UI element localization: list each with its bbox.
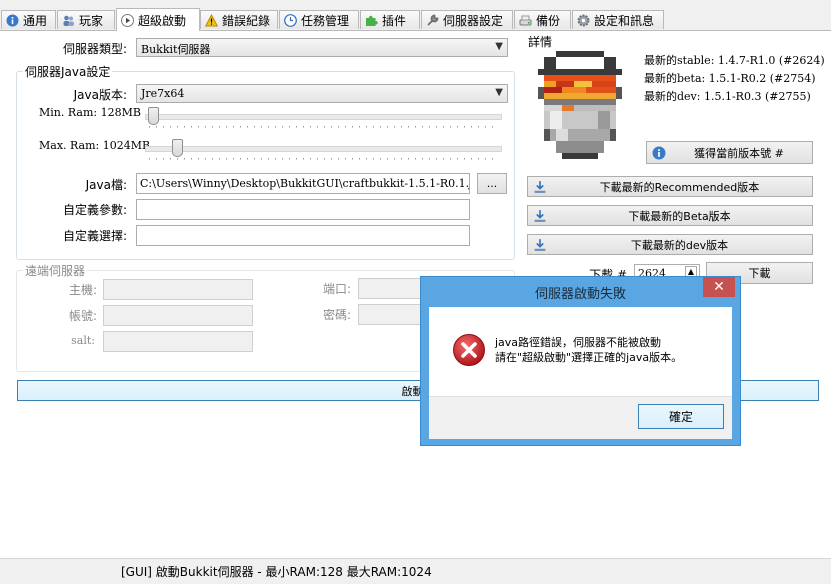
salt-input[interactable] <box>103 331 253 352</box>
password-label: 密碼: <box>322 308 351 322</box>
remote-server-title: 遠端伺服器 <box>23 262 88 279</box>
dialog-title: 伺服器啟動失敗 <box>534 287 626 302</box>
account-label: 帳號: <box>68 309 97 323</box>
ok-button[interactable]: 確定 <box>638 404 724 429</box>
clock-icon <box>284 13 297 27</box>
download-recommended-label: 下載最新的Recommended版本 <box>599 180 760 194</box>
close-button[interactable]: ✕ <box>703 277 735 297</box>
chevron-down-icon: ▼ <box>495 87 503 98</box>
status-text: [GUI] 啟動Bukkit伺服器 - 最小RAM:128 最大RAM:1024 <box>121 565 432 579</box>
browse-button[interactable]: ... <box>477 173 507 194</box>
tab-backup[interactable]: 備份 <box>514 10 571 29</box>
error-dialog: 伺服器啟動失敗 ✕ java路徑錯誤，伺服器不能被啟動 請在"超級啟動"選擇正確… <box>420 276 741 446</box>
java-version-select[interactable]: Jre7x64 ▼ <box>136 84 508 103</box>
tab-label: 玩家 <box>79 13 104 28</box>
min-ram-track <box>145 114 502 120</box>
tab-task-manager[interactable]: 任務管理 <box>279 10 359 29</box>
tab-label: 錯誤紀錄 <box>222 13 271 28</box>
max-ram-track <box>145 146 502 152</box>
tab-label: 備份 <box>536 13 561 28</box>
info-icon <box>652 146 666 159</box>
tab-error-log[interactable]: 錯誤紀錄 <box>200 10 278 29</box>
host-input[interactable] <box>103 279 253 300</box>
download-icon <box>534 238 546 251</box>
download-recommended-button[interactable]: 下載最新的Recommended版本 <box>527 176 813 197</box>
beta-version-text: 最新的beta: 1.5.1-R0.2 (#2754) <box>644 72 816 85</box>
info-icon <box>6 14 19 26</box>
dev-version-text: 最新的dev: 1.5.1-R0.3 (#2755) <box>644 90 811 103</box>
tab-label: 任務管理 <box>301 13 350 28</box>
custom-options-input[interactable] <box>136 225 470 246</box>
get-version-label: 獲得當前版本號 # <box>694 146 784 160</box>
status-bar: [GUI] 啟動Bukkit伺服器 - 最小RAM:128 最大RAM:1024 <box>0 558 831 584</box>
server-type-select[interactable]: Bukkit伺服器 ▼ <box>136 38 508 57</box>
drive-icon <box>519 15 532 25</box>
warning-icon <box>205 13 218 26</box>
account-input[interactable] <box>103 305 253 326</box>
min-ram-slider[interactable] <box>148 107 159 125</box>
lava-bucket-icon <box>538 51 622 159</box>
java-settings-group: 伺服器Java設定 Java版本: Jre7x64 ▼ Min. Ram: 12… <box>16 63 515 260</box>
custom-params-input[interactable] <box>136 199 470 220</box>
java-file-input[interactable]: C:\Users\Winny\Desktop\BukkitGUI\craftbu… <box>136 173 470 194</box>
puzzle-icon <box>366 15 378 26</box>
error-message-line2: 請在"超級啟動"選擇正確的java版本。 <box>495 351 683 364</box>
host-label: 主機: <box>68 283 97 297</box>
download-beta-label: 下載最新的Beta版本 <box>628 209 731 223</box>
tab-label: 設定和訊息 <box>594 13 655 28</box>
download-beta-button[interactable]: 下載最新的Beta版本 <box>527 205 813 226</box>
tab-bar: 通用 玩家 超級啟動 錯誤紀錄 任務管理 插件 伺服器設定 備份 設定和訊息 <box>0 0 831 31</box>
play-icon <box>121 13 134 27</box>
tab-plugins[interactable]: 插件 <box>360 10 420 29</box>
chevron-down-icon: ▼ <box>495 41 503 52</box>
gear-icon <box>577 14 590 26</box>
server-type-label: 伺服器類型: <box>62 42 127 56</box>
max-ram-slider[interactable] <box>172 139 183 157</box>
download-icon <box>534 209 546 222</box>
download-dev-button[interactable]: 下載最新的dev版本 <box>527 234 813 255</box>
min-ram-label: Min. Ram: 128MB <box>39 106 141 119</box>
java-version-value: Jre7x64 <box>141 87 185 100</box>
download-icon <box>534 180 546 193</box>
stable-version-text: 最新的stable: 1.4.7-R1.0 (#2624) <box>644 54 825 67</box>
tab-server-settings[interactable]: 伺服器設定 <box>421 10 513 29</box>
tab-label: 超級啟動 <box>138 13 187 28</box>
tab-label: 伺服器設定 <box>443 13 504 28</box>
error-message-line1: java路徑錯誤，伺服器不能被啟動 <box>495 336 662 349</box>
salt-label: salt: <box>71 334 95 347</box>
custom-params-label: 自定義參數: <box>62 203 127 217</box>
java-file-label: Java檔: <box>85 178 127 192</box>
tab-label: 通用 <box>23 13 48 28</box>
max-ram-label: Max. Ram: 1024MB <box>39 139 151 152</box>
min-ram-ticks <box>149 126 499 128</box>
max-ram-ticks <box>149 158 499 160</box>
players-icon <box>63 15 74 26</box>
wrench-icon <box>427 14 439 26</box>
tab-players[interactable]: 玩家 <box>57 10 115 29</box>
java-settings-title: 伺服器Java設定 <box>23 63 113 80</box>
details-title: 詳情 <box>528 35 553 49</box>
error-icon <box>453 334 485 366</box>
dialog-body: java路徑錯誤，伺服器不能被啟動 請在"超級啟動"選擇正確的java版本。 確… <box>429 307 732 439</box>
get-version-button[interactable]: 獲得當前版本號 # <box>646 141 813 164</box>
tab-label: 插件 <box>382 13 407 28</box>
tab-super-start[interactable]: 超級啟動 <box>116 8 200 31</box>
dialog-footer: 確定 <box>429 396 732 439</box>
port-label: 端口: <box>322 282 351 296</box>
server-type-value: Bukkit伺服器 <box>141 43 211 56</box>
java-version-label: Java版本: <box>73 88 127 102</box>
custom-options-label: 自定義選擇: <box>62 229 127 243</box>
tab-settings-info[interactable]: 設定和訊息 <box>572 10 664 29</box>
download-dev-label: 下載最新的dev版本 <box>630 238 729 252</box>
tab-general[interactable]: 通用 <box>1 10 56 29</box>
close-icon: ✕ <box>713 279 725 295</box>
